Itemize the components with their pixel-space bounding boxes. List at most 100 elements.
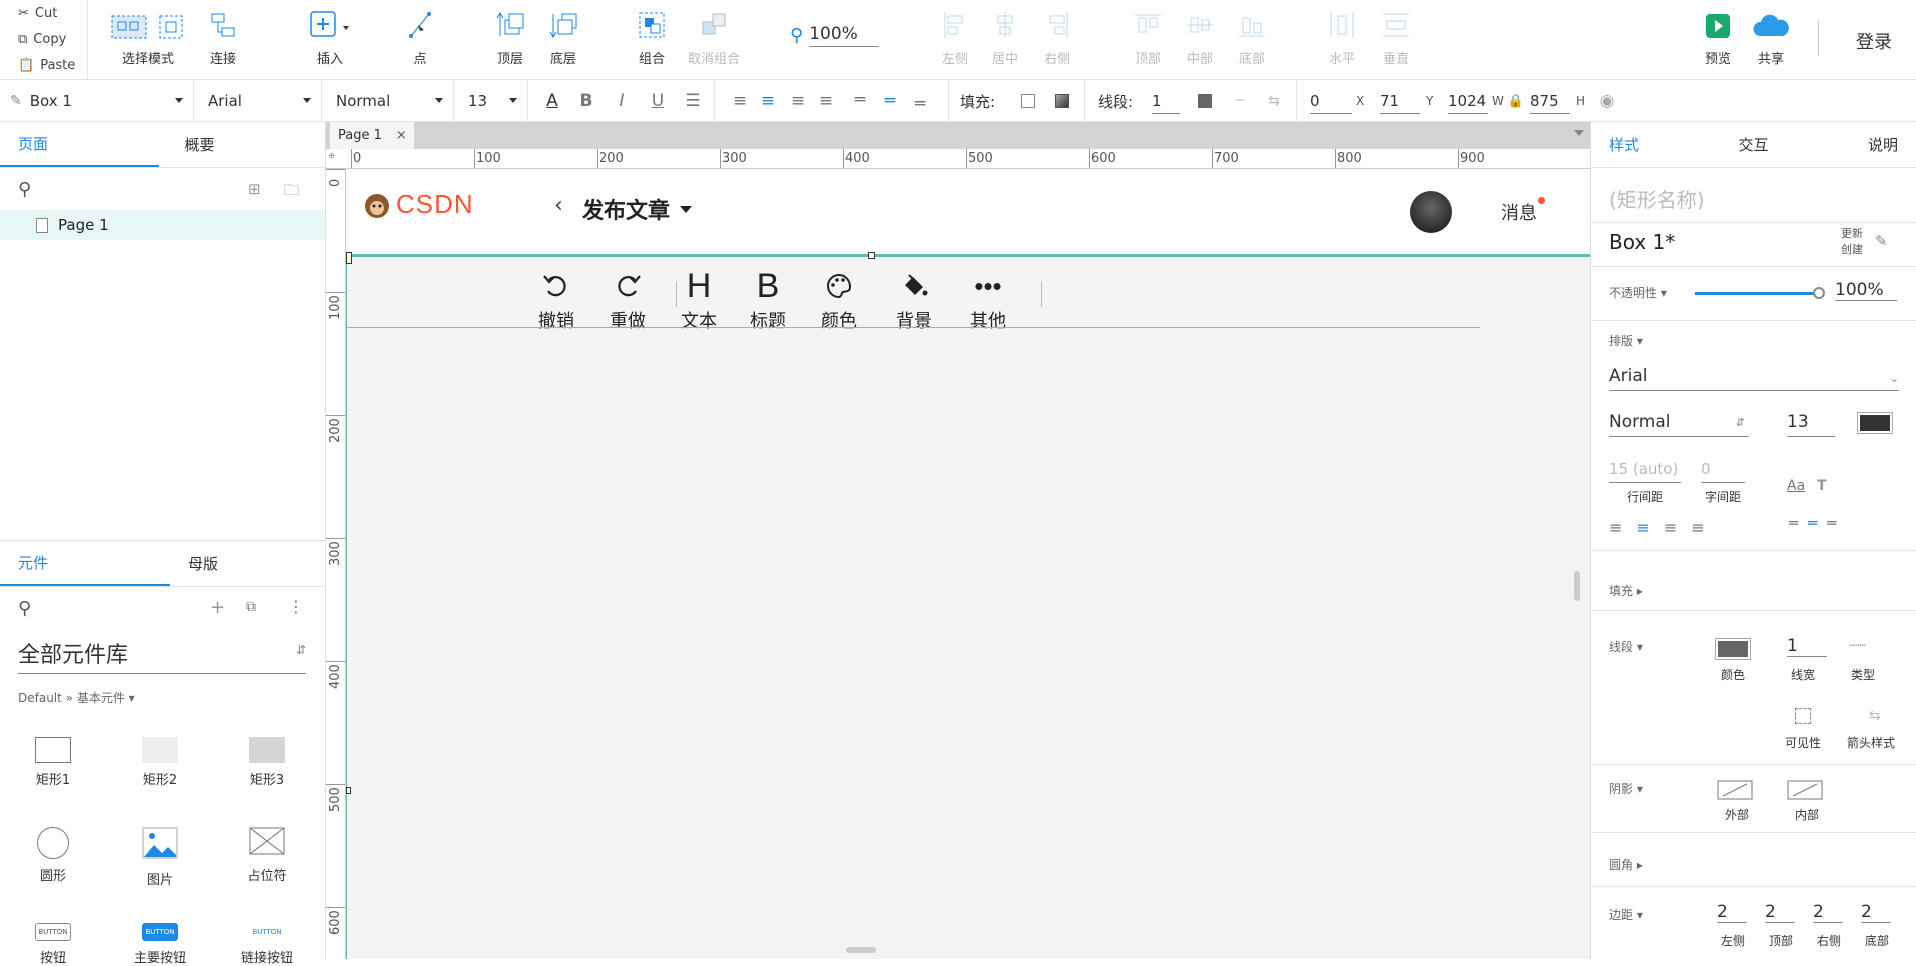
typography-label[interactable]: 排版 ▾: [1609, 332, 1643, 349]
tab-outline[interactable]: 概要: [159, 122, 326, 167]
y-input[interactable]: 71: [1380, 88, 1420, 114]
widget-link-button[interactable]: BUTTON 链接按钮: [222, 923, 312, 966]
opacity-input[interactable]: 100%: [1835, 280, 1897, 301]
undo-button[interactable]: 撤销: [521, 267, 591, 333]
border-type-icon[interactable]: ┈┈: [1849, 638, 1866, 654]
tab-masters[interactable]: 母版: [170, 541, 326, 586]
widget-rect1[interactable]: 矩形1: [8, 737, 98, 788]
share-button[interactable]: 共享: [1750, 0, 1792, 80]
insert-button[interactable]: 插入: [300, 0, 360, 80]
text-align-center-icon[interactable]: ≡: [756, 80, 780, 122]
select-mode-button[interactable]: 选择模式: [108, 0, 188, 80]
inspector-weight-select[interactable]: Normal ⇵: [1609, 412, 1749, 437]
arrow-style-icon[interactable]: ⇆: [1264, 80, 1284, 122]
widget-button[interactable]: BUTTON 按钮: [8, 923, 98, 966]
font-select[interactable]: Arial: [194, 80, 322, 122]
more-options-icon[interactable]: ⋮: [288, 597, 304, 616]
cut-button[interactable]: ✂ Cut: [0, 0, 87, 26]
edit-style-icon[interactable]: ✎: [1875, 232, 1888, 250]
shadow-section-label[interactable]: 阴影 ▾: [1609, 780, 1643, 797]
fill-gradient-swatch[interactable]: [1055, 94, 1069, 108]
library-select[interactable]: 全部元件库 ⇵: [18, 637, 306, 674]
library-menu-icon[interactable]: ⧉: [246, 599, 256, 615]
line-dash-icon[interactable]: ┈: [1230, 80, 1250, 122]
border-width-input[interactable]: 1: [1787, 636, 1827, 657]
weight-select[interactable]: Normal: [322, 80, 454, 122]
underline-icon[interactable]: U: [646, 80, 670, 122]
lock-icon[interactable]: 🔒: [1508, 80, 1524, 122]
shape-select[interactable]: ✎ Box 1: [0, 80, 194, 122]
border-color-swatch[interactable]: [1715, 638, 1751, 660]
distribute-vertical-button[interactable]: 垂直: [1376, 0, 1416, 80]
bullet-list-icon[interactable]: ☰: [680, 80, 706, 122]
inner-shadow-icon[interactable]: [1787, 780, 1823, 804]
publish-title-dropdown[interactable]: 发布文章: [582, 193, 693, 225]
widget-placeholder[interactable]: 占位符: [222, 827, 312, 884]
connect-button[interactable]: 连接: [200, 0, 246, 80]
widget-image[interactable]: 图片: [115, 827, 205, 888]
mock-header[interactable]: CSDN ‹ 发布文章 消息: [346, 169, 1590, 259]
top-layer-button[interactable]: 顶层: [490, 0, 530, 80]
redo-button[interactable]: 重做: [593, 267, 663, 333]
back-chevron-icon[interactable]: ‹: [554, 193, 563, 218]
group-button[interactable]: 组合: [632, 0, 672, 80]
paste-button[interactable]: 📋 Paste: [0, 52, 87, 78]
add-page-icon[interactable]: ⊞: [248, 180, 261, 198]
tabs-menu-icon[interactable]: [1574, 130, 1584, 136]
fill-section-label[interactable]: 填充 ▸: [1609, 582, 1643, 599]
bottom-layer-button[interactable]: 底层: [543, 0, 583, 80]
tab-interaction[interactable]: 交互: [1705, 122, 1801, 167]
more-button[interactable]: ••• 其他: [953, 267, 1023, 333]
shape-name-input[interactable]: (矩形名称): [1609, 184, 1705, 213]
page-item-page1[interactable]: Page 1: [0, 210, 325, 240]
arrow-style-icon[interactable]: ⇆: [1869, 708, 1881, 724]
size-select[interactable]: 13: [454, 80, 528, 122]
tab-page1[interactable]: Page 1 ×: [330, 122, 414, 149]
text-color-swatch[interactable]: [1857, 412, 1893, 434]
tab-notes[interactable]: 说明: [1802, 122, 1916, 167]
width-input[interactable]: 1024: [1448, 88, 1488, 114]
shape-style-name[interactable]: Box 1*: [1609, 230, 1675, 254]
padding-top-input[interactable]: 2: [1765, 902, 1795, 923]
visibility-eye-icon[interactable]: ◉: [1596, 80, 1618, 122]
valign-bottom-icon[interactable]: ═: [908, 80, 932, 122]
color-button[interactable]: 颜色: [804, 267, 874, 333]
tab-widgets[interactable]: 元件: [0, 541, 170, 586]
valign-middle-icon[interactable]: ═: [878, 80, 902, 122]
outer-shadow-icon[interactable]: [1717, 780, 1753, 804]
copy-button[interactable]: ⧉ Copy: [0, 26, 87, 52]
x-input[interactable]: 0: [1310, 88, 1352, 114]
vertical-scrollbar[interactable]: [1574, 571, 1580, 601]
text-align-right-icon[interactable]: ≡: [786, 80, 810, 122]
opacity-label[interactable]: 不透明性 ▾: [1609, 284, 1667, 301]
text-align-left-icon[interactable]: ≡: [728, 80, 752, 122]
inspector-align-icons[interactable]: ≡≡≡≡: [1609, 518, 1719, 537]
widget-circle[interactable]: 圆形: [8, 827, 98, 884]
library-path[interactable]: Default » 基本元件 ▾: [18, 689, 135, 706]
search-icon[interactable]: ⚲: [18, 598, 31, 619]
tab-pages[interactable]: 页面: [0, 122, 159, 167]
update-create-links[interactable]: 更新 创建: [1841, 226, 1863, 258]
widget-primary-button[interactable]: BUTTON 主要按钮: [115, 923, 205, 966]
height-input[interactable]: 875: [1530, 88, 1570, 114]
widget-rect3[interactable]: 矩形3: [222, 737, 312, 788]
line-width-input[interactable]: 1: [1152, 88, 1180, 114]
visibility-icon[interactable]: [1795, 708, 1811, 724]
inspector-valign-icons[interactable]: ═══: [1789, 514, 1846, 532]
align-bottom-button[interactable]: 底部: [1232, 0, 1272, 80]
align-right-button[interactable]: 右侧: [1037, 0, 1077, 80]
search-icon[interactable]: ⚲: [18, 179, 31, 200]
ungroup-button[interactable]: 取消组合: [684, 0, 744, 80]
point-button[interactable]: 点: [400, 0, 440, 80]
tab-style[interactable]: 样式: [1591, 122, 1705, 167]
italic-icon[interactable]: I: [610, 80, 634, 122]
padding-left-input[interactable]: 2: [1717, 902, 1747, 923]
distribute-horizontal-button[interactable]: 水平: [1322, 0, 1362, 80]
artboard[interactable]: CSDN ‹ 发布文章 消息 撤销 重做 H 文本 B 标题 颜色 背景 ••• 其他: [346, 169, 1590, 959]
letter-spacing-input[interactable]: 0: [1701, 460, 1745, 483]
line-height-input[interactable]: 15 (auto): [1609, 460, 1681, 483]
padding-section-label[interactable]: 边距 ▾: [1609, 906, 1643, 923]
title-button[interactable]: B 标题: [733, 267, 803, 333]
align-left-button[interactable]: 左侧: [935, 0, 975, 80]
preview-button[interactable]: 预览: [1700, 0, 1736, 80]
